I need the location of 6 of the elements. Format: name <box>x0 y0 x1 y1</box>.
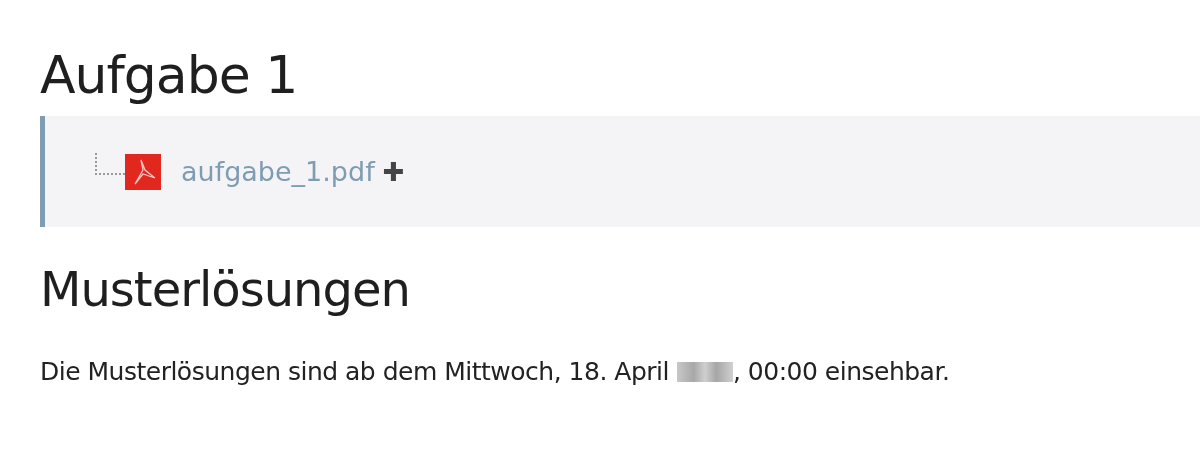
solutions-heading: Musterlösungen <box>40 260 411 319</box>
notice-text: , 00:00 einsehbar. <box>732 357 950 386</box>
add-icon[interactable]: ✚ <box>382 156 405 187</box>
pdf-icon <box>125 153 161 190</box>
section-heading: Aufgabe 1 <box>40 44 299 107</box>
notice-text: Die Musterlösungen sind ab dem Mittwoch, 18. April <box>40 357 669 386</box>
